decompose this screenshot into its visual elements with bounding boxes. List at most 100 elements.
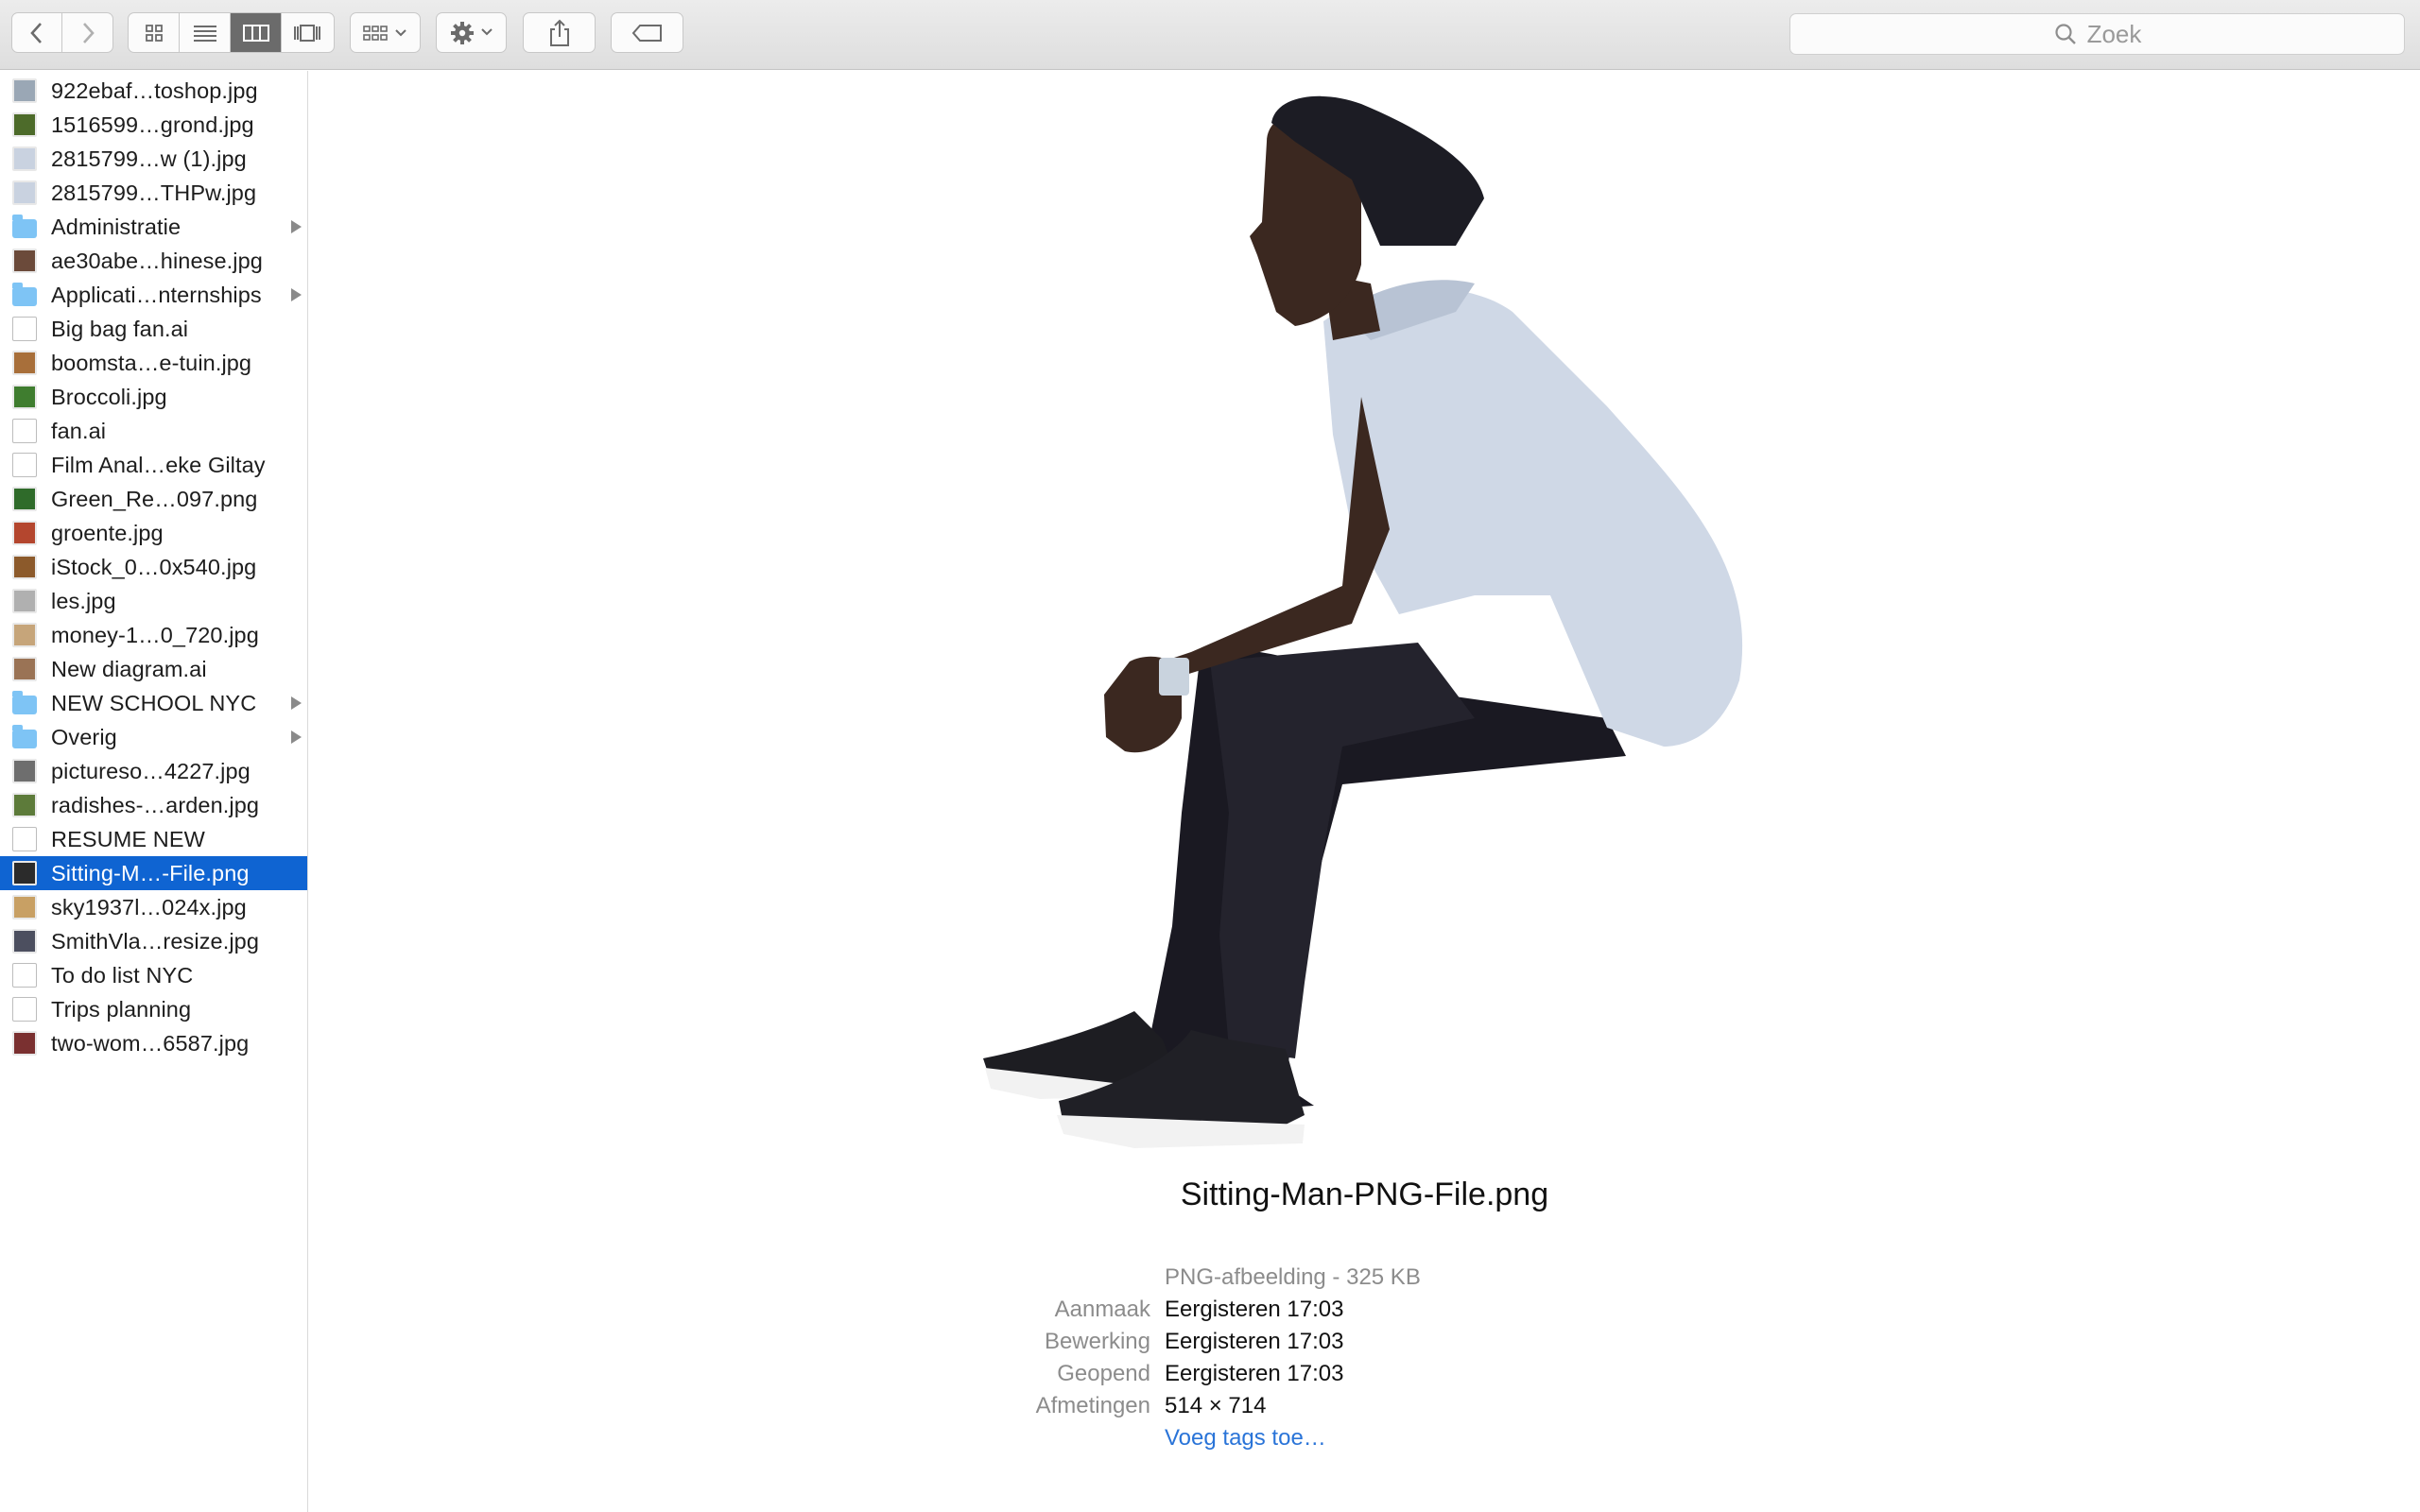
file-item[interactable]: 1516599…grond.jpg xyxy=(0,108,307,142)
file-item[interactable]: SmithVla…resize.jpg xyxy=(0,924,307,958)
file-name: fan.ai xyxy=(51,418,107,443)
file-item[interactable]: two-wom…6587.jpg xyxy=(0,1026,307,1060)
file-name: les.jpg xyxy=(51,588,116,613)
column-view-button[interactable] xyxy=(231,13,282,52)
forward-button[interactable] xyxy=(62,13,112,52)
columns-icon xyxy=(242,24,269,42)
file-item[interactable]: To do list NYC xyxy=(0,958,307,992)
file-item[interactable]: Sitting-M…-File.png xyxy=(0,856,307,890)
chevron-right-icon xyxy=(82,22,95,43)
file-item[interactable]: groente.jpg xyxy=(0,516,307,550)
document-icon xyxy=(12,453,37,477)
file-item[interactable]: Broccoli.jpg xyxy=(0,380,307,414)
image-thumbnail-icon xyxy=(12,929,37,954)
file-kind: PNG-afbeelding - 325 KB xyxy=(1165,1264,1421,1290)
file-item[interactable]: radishes-…arden.jpg xyxy=(0,788,307,822)
file-item[interactable]: fan.ai xyxy=(0,414,307,448)
disclosure-arrow-icon xyxy=(291,220,302,233)
file-name: Green_Re…097.png xyxy=(51,486,258,511)
metadata-label: Aanmaak xyxy=(1054,1297,1150,1322)
file-name: radishes-…arden.jpg xyxy=(51,792,260,817)
file-item[interactable]: les.jpg xyxy=(0,584,307,618)
file-item[interactable]: Film Anal…eke Giltay xyxy=(0,448,307,482)
file-item[interactable]: Green_Re…097.png xyxy=(0,482,307,516)
document-icon xyxy=(12,317,37,341)
file-item[interactable]: 922ebaf…toshop.jpg xyxy=(0,74,307,108)
metadata-value: 514 × 714 xyxy=(1165,1393,1267,1418)
file-name: Trips planning xyxy=(51,996,192,1022)
gear-icon xyxy=(450,21,493,44)
file-name: SmithVla…resize.jpg xyxy=(51,928,260,954)
search-icon xyxy=(2054,24,2076,44)
folder-icon xyxy=(12,215,37,238)
image-thumbnail-icon xyxy=(12,759,37,783)
share-button[interactable] xyxy=(523,12,596,53)
group-by-button[interactable] xyxy=(350,12,421,53)
image-thumbnail-icon xyxy=(12,895,37,919)
file-name: Big bag fan.ai xyxy=(51,316,189,341)
share-icon xyxy=(549,19,569,46)
file-item[interactable]: 2815799…w (1).jpg xyxy=(0,142,307,176)
search-field[interactable]: Zoek xyxy=(1789,13,2405,55)
file-name: iStock_0…0x540.jpg xyxy=(51,554,257,579)
metadata-label: Afmetingen xyxy=(1035,1393,1150,1418)
folder-icon xyxy=(12,691,37,714)
folder-item[interactable]: Applicati…nternships xyxy=(0,278,307,312)
file-name: sky1937l…024x.jpg xyxy=(51,894,247,919)
tag-icon xyxy=(631,24,662,42)
back-button[interactable] xyxy=(12,13,63,52)
tag-button[interactable] xyxy=(611,12,683,53)
image-thumbnail-icon xyxy=(12,385,37,409)
add-tags-link[interactable]: Voeg tags toe… xyxy=(1165,1422,1326,1454)
file-name: RESUME NEW xyxy=(51,826,205,851)
file-name: New diagram.ai xyxy=(51,656,207,681)
metadata-label: Bewerking xyxy=(1044,1329,1150,1354)
image-thumbnail-icon xyxy=(12,78,37,103)
disclosure-arrow-icon xyxy=(291,696,302,710)
file-item[interactable]: pictureso…4227.jpg xyxy=(0,754,307,788)
file-name: Sitting-M…-File.png xyxy=(51,860,250,885)
image-thumbnail-icon xyxy=(12,1031,37,1056)
metadata-row: Aanmaak Eergisteren 17:03 xyxy=(309,1294,2420,1326)
image-thumbnail-icon xyxy=(12,861,37,885)
file-item[interactable]: boomsta…e-tuin.jpg xyxy=(0,346,307,380)
view-mode-segment xyxy=(128,12,335,53)
folder-item[interactable]: Overig xyxy=(0,720,307,754)
file-item[interactable]: ae30abe…hinese.jpg xyxy=(0,244,307,278)
icon-view-button[interactable] xyxy=(129,13,180,52)
file-item[interactable]: Big bag fan.ai xyxy=(0,312,307,346)
folder-item[interactable]: NEW SCHOOL NYC xyxy=(0,686,307,720)
kind-row: PNG-afbeelding - 325 KB xyxy=(309,1262,2420,1294)
file-name: boomsta…e-tuin.jpg xyxy=(51,350,252,375)
file-item[interactable]: 2815799…THPw.jpg xyxy=(0,176,307,210)
tags-row: Voeg tags toe… xyxy=(309,1422,2420,1454)
file-item[interactable]: iStock_0…0x540.jpg xyxy=(0,550,307,584)
list-icon xyxy=(193,25,216,42)
document-icon xyxy=(12,997,37,1022)
file-name: pictureso…4227.jpg xyxy=(51,758,251,783)
metadata-value: Eergisteren 17:03 xyxy=(1165,1361,1344,1386)
file-name: money-1…0_720.jpg xyxy=(51,622,259,647)
file-item[interactable]: sky1937l…024x.jpg xyxy=(0,890,307,924)
action-menu-button[interactable] xyxy=(436,12,507,53)
image-thumbnail-icon xyxy=(12,180,37,205)
file-name: Applicati…nternships xyxy=(51,282,262,307)
preview-filename: Sitting-Man-PNG-File.png xyxy=(1180,1177,1549,1212)
file-item[interactable]: money-1…0_720.jpg xyxy=(0,618,307,652)
toolbar: Zoek xyxy=(0,0,2420,70)
metadata-value: Eergisteren 17:03 xyxy=(1165,1297,1344,1322)
preview-image xyxy=(983,95,1743,1148)
image-thumbnail-icon xyxy=(12,249,37,273)
image-thumbnail-icon xyxy=(12,793,37,817)
gallery-view-button[interactable] xyxy=(282,13,333,52)
image-thumbnail-icon xyxy=(12,623,37,647)
file-name: 2815799…w (1).jpg xyxy=(51,146,247,171)
file-item[interactable]: RESUME NEW xyxy=(0,822,307,856)
file-item[interactable]: Trips planning xyxy=(0,992,307,1026)
file-name: ae30abe…hinese.jpg xyxy=(51,248,263,273)
file-column[interactable]: 922ebaf…toshop.jpg 1516599…grond.jpg 28157… xyxy=(0,71,308,1512)
file-item[interactable]: New diagram.ai xyxy=(0,652,307,686)
folder-icon xyxy=(12,283,37,306)
list-view-button[interactable] xyxy=(180,13,231,52)
folder-item[interactable]: Administratie xyxy=(0,210,307,244)
